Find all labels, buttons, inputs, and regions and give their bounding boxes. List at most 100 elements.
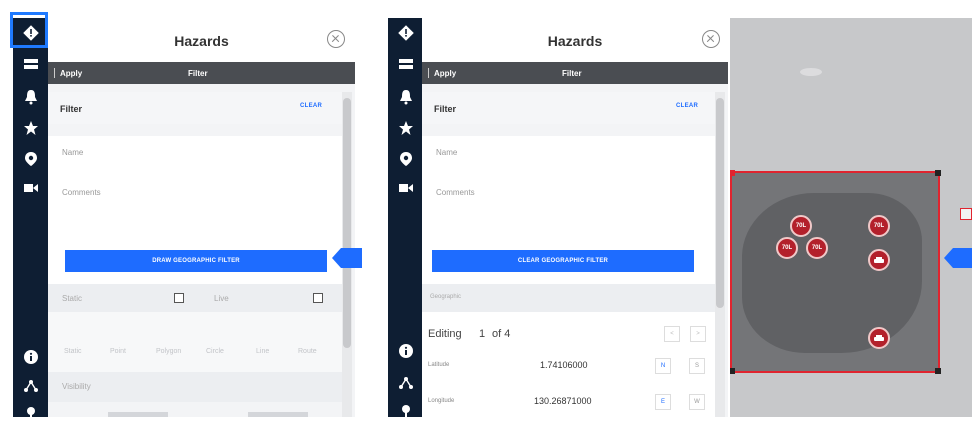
visibility-label: Visibility	[62, 382, 91, 391]
editing-label: Editing	[428, 328, 462, 340]
layers-icon[interactable]	[13, 51, 48, 77]
map-label-fragment	[960, 208, 972, 220]
geographic-label: Geographic	[430, 294, 462, 300]
resize-handle-top-right[interactable]	[935, 170, 941, 176]
type-tab-4[interactable]: Circle	[206, 348, 224, 355]
longitude-west-button[interactable]: W	[689, 394, 705, 410]
close-icon[interactable]	[327, 30, 345, 48]
pin-icon[interactable]	[13, 400, 48, 426]
name-field-2[interactable]: Name	[422, 136, 715, 176]
type-tab-3[interactable]: Polygon	[156, 348, 181, 355]
star-icon-2[interactable]	[388, 115, 423, 141]
longitude-value[interactable]: 130.26871000	[534, 396, 592, 406]
editing-area: Editing 1 of 4 < > Latitude 1.74106000 N…	[422, 312, 715, 417]
video-camera-icon-2[interactable]	[388, 175, 423, 201]
info-icon-2[interactable]	[388, 338, 423, 364]
checkbox-label-a: Static	[62, 294, 83, 303]
panel-title-2: Hazards	[547, 33, 603, 49]
editing-of-label: of 4	[492, 328, 511, 340]
latitude-south-button[interactable]: S	[689, 358, 705, 374]
name-field[interactable]: Name	[48, 136, 342, 176]
map-land-detail	[800, 68, 822, 76]
type-tab-2[interactable]: Point	[110, 348, 126, 355]
type-tab-5[interactable]: Line	[256, 348, 269, 355]
location-pin-icon-2[interactable]	[388, 146, 423, 172]
clear-button-2[interactable]: CLEAR	[676, 103, 698, 109]
draw-geographic-filter-button[interactable]: DRAW GEOGRAPHIC FILTER	[65, 250, 327, 272]
hazards-panel-left: Hazards Apply Filter Filter CLEAR Name C…	[48, 18, 355, 417]
map-view[interactable]: 70L 70L 70L 70L	[730, 18, 972, 417]
comments-field[interactable]: Comments	[48, 176, 342, 226]
clear-geographic-filter-button[interactable]: CLEAR GEOGRAPHIC FILTER	[432, 250, 694, 272]
hazard-marker-3[interactable]: 70L	[806, 237, 828, 259]
network-icon-2[interactable]	[388, 370, 423, 396]
scrollbar-thumb-2[interactable]	[716, 98, 724, 308]
close-icon-2[interactable]	[702, 30, 720, 48]
right-icon-rail	[388, 18, 423, 418]
resize-handle-bottom-right[interactable]	[935, 368, 941, 374]
editing-current[interactable]: 1	[479, 328, 485, 340]
type-tab-1[interactable]: Static	[64, 348, 82, 355]
hazard-diamond-icon-2[interactable]	[388, 20, 423, 46]
comments-placeholder: Comments	[62, 188, 101, 197]
geographic-selection-box[interactable]: 70L 70L 70L 70L	[730, 170, 941, 374]
filter-tab-2[interactable]: Filter	[562, 69, 582, 78]
name-placeholder: Name	[62, 148, 84, 157]
name-placeholder-2: Name	[436, 148, 458, 157]
selected-tool-highlight	[10, 12, 48, 48]
video-camera-icon[interactable]	[13, 175, 48, 201]
panel-title: Hazards	[174, 33, 229, 49]
apply-button-2[interactable]: Apply	[427, 68, 456, 78]
left-icon-rail	[13, 18, 48, 420]
filter-toolbar-2: Apply Filter	[422, 62, 728, 84]
apply-button[interactable]: Apply	[53, 68, 82, 78]
partial-control-1	[108, 412, 168, 417]
network-icon[interactable]	[13, 373, 48, 399]
checkbox-a[interactable]	[174, 293, 184, 303]
checkbox-label-b: Live	[214, 294, 229, 303]
filter-toolbar: Apply Filter	[48, 62, 355, 84]
clear-button[interactable]: CLEAR	[300, 103, 322, 109]
filter-label: Filter	[60, 104, 83, 114]
panel-header: Hazards	[48, 18, 355, 62]
bell-icon-2[interactable]	[388, 84, 423, 110]
type-tabs-area: Static Point Polygon Circle Line Route	[48, 312, 342, 372]
resize-handle-top-left[interactable]	[730, 170, 735, 176]
pin-icon-2[interactable]	[388, 398, 423, 424]
info-icon[interactable]	[13, 344, 48, 370]
resize-handle-bottom-left[interactable]	[730, 368, 735, 374]
partial-control-2	[248, 412, 308, 417]
map-landmass	[742, 193, 922, 353]
latitude-label: Latitude	[428, 362, 450, 368]
geographic-row: Geographic	[422, 284, 715, 312]
scrollbar-right[interactable]	[715, 92, 725, 417]
hazard-marker-4[interactable]: 70L	[868, 215, 890, 237]
location-pin-icon[interactable]	[13, 146, 48, 172]
scrollbar-thumb[interactable]	[343, 98, 351, 348]
filter-label-2: Filter	[434, 104, 457, 114]
checkbox-b[interactable]	[313, 293, 323, 303]
visibility-row: Visibility	[48, 372, 342, 402]
prev-button[interactable]: <	[664, 326, 680, 342]
bell-icon[interactable]	[13, 84, 48, 110]
next-button[interactable]: >	[690, 326, 706, 342]
hazard-marker-1[interactable]: 70L	[790, 215, 812, 237]
checkbox-row: Static Live	[48, 284, 342, 312]
filter-header: Filter CLEAR	[48, 92, 342, 124]
longitude-label: Longitude	[428, 398, 455, 404]
comments-placeholder-2: Comments	[436, 188, 475, 197]
type-tab-6[interactable]: Route	[298, 348, 317, 355]
latitude-value[interactable]: 1.74106000	[540, 360, 588, 370]
hazard-marker-2[interactable]: 70L	[776, 237, 798, 259]
hazard-marker-5[interactable]	[868, 249, 890, 271]
hazards-panel-right: Hazards Apply Filter Filter CLEAR Name C…	[422, 18, 728, 417]
panel-header-2: Hazards	[422, 18, 728, 62]
comments-field-2[interactable]: Comments	[422, 176, 715, 226]
filter-header-2: Filter CLEAR	[422, 92, 715, 124]
longitude-east-button[interactable]: E	[655, 394, 671, 410]
layers-icon-2[interactable]	[388, 51, 423, 77]
hazard-marker-6[interactable]	[868, 327, 890, 349]
filter-tab[interactable]: Filter	[188, 69, 208, 78]
latitude-north-button[interactable]: N	[655, 358, 671, 374]
star-icon[interactable]	[13, 115, 48, 141]
